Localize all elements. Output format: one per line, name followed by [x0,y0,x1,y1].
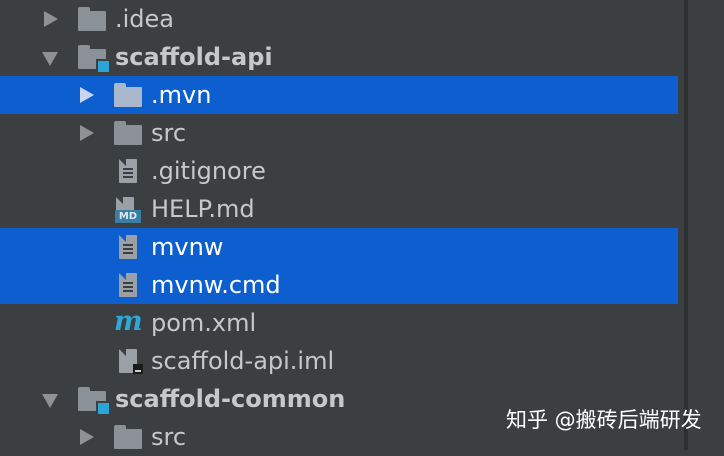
tree-item-label: scaffold-api.iml [151,347,335,375]
tree-item-mvnw[interactable]: mvnw [0,228,678,266]
md-badge: MD [115,210,141,223]
expand-arrow-icon[interactable] [80,429,94,445]
tree-item-label: HELP.md [151,195,255,223]
collapse-arrow-icon[interactable] [42,52,58,66]
tree-item-label: mvnw [151,233,224,261]
tree-item-scaffold-api[interactable]: scaffold-api [0,38,678,76]
tree-item-idea[interactable]: .idea [0,0,678,38]
tree-item-label: .idea [115,5,175,33]
scrollbar[interactable] [684,0,688,450]
tree-item-label: scaffold-common [115,385,346,413]
tree-item-label: scaffold-api [115,43,273,71]
watermark: 知乎 @搬砖后端研发 [506,408,702,432]
expand-arrow-icon[interactable] [80,125,94,141]
tree-item-mvn[interactable]: .mvn [0,76,678,114]
tree-item-scaffold-api-iml[interactable]: scaffold-api.iml [0,342,678,380]
tree-item-mvnw-cmd[interactable]: mvnw.cmd [0,266,678,304]
tree-item-src[interactable]: src [0,114,678,152]
tree-item-gitignore[interactable]: .gitignore [0,152,678,190]
expand-arrow-icon[interactable] [80,87,94,103]
tree-item-pom-xml[interactable]: m pom.xml [0,304,678,342]
collapse-arrow-icon[interactable] [42,394,58,408]
tree-item-label: .mvn [151,81,212,109]
tree-item-label: src [151,423,187,451]
project-tree: .idea scaffold-api .mvn src .gitignore M… [0,0,678,451]
expand-arrow-icon[interactable] [44,11,58,27]
tree-item-label: mvnw.cmd [151,271,281,299]
tree-item-label: .gitignore [151,157,266,185]
tree-item-label: pom.xml [151,309,257,337]
maven-icon: m [114,306,143,337]
tree-item-help-md[interactable]: MD HELP.md [0,190,678,228]
tree-item-label: src [151,119,187,147]
